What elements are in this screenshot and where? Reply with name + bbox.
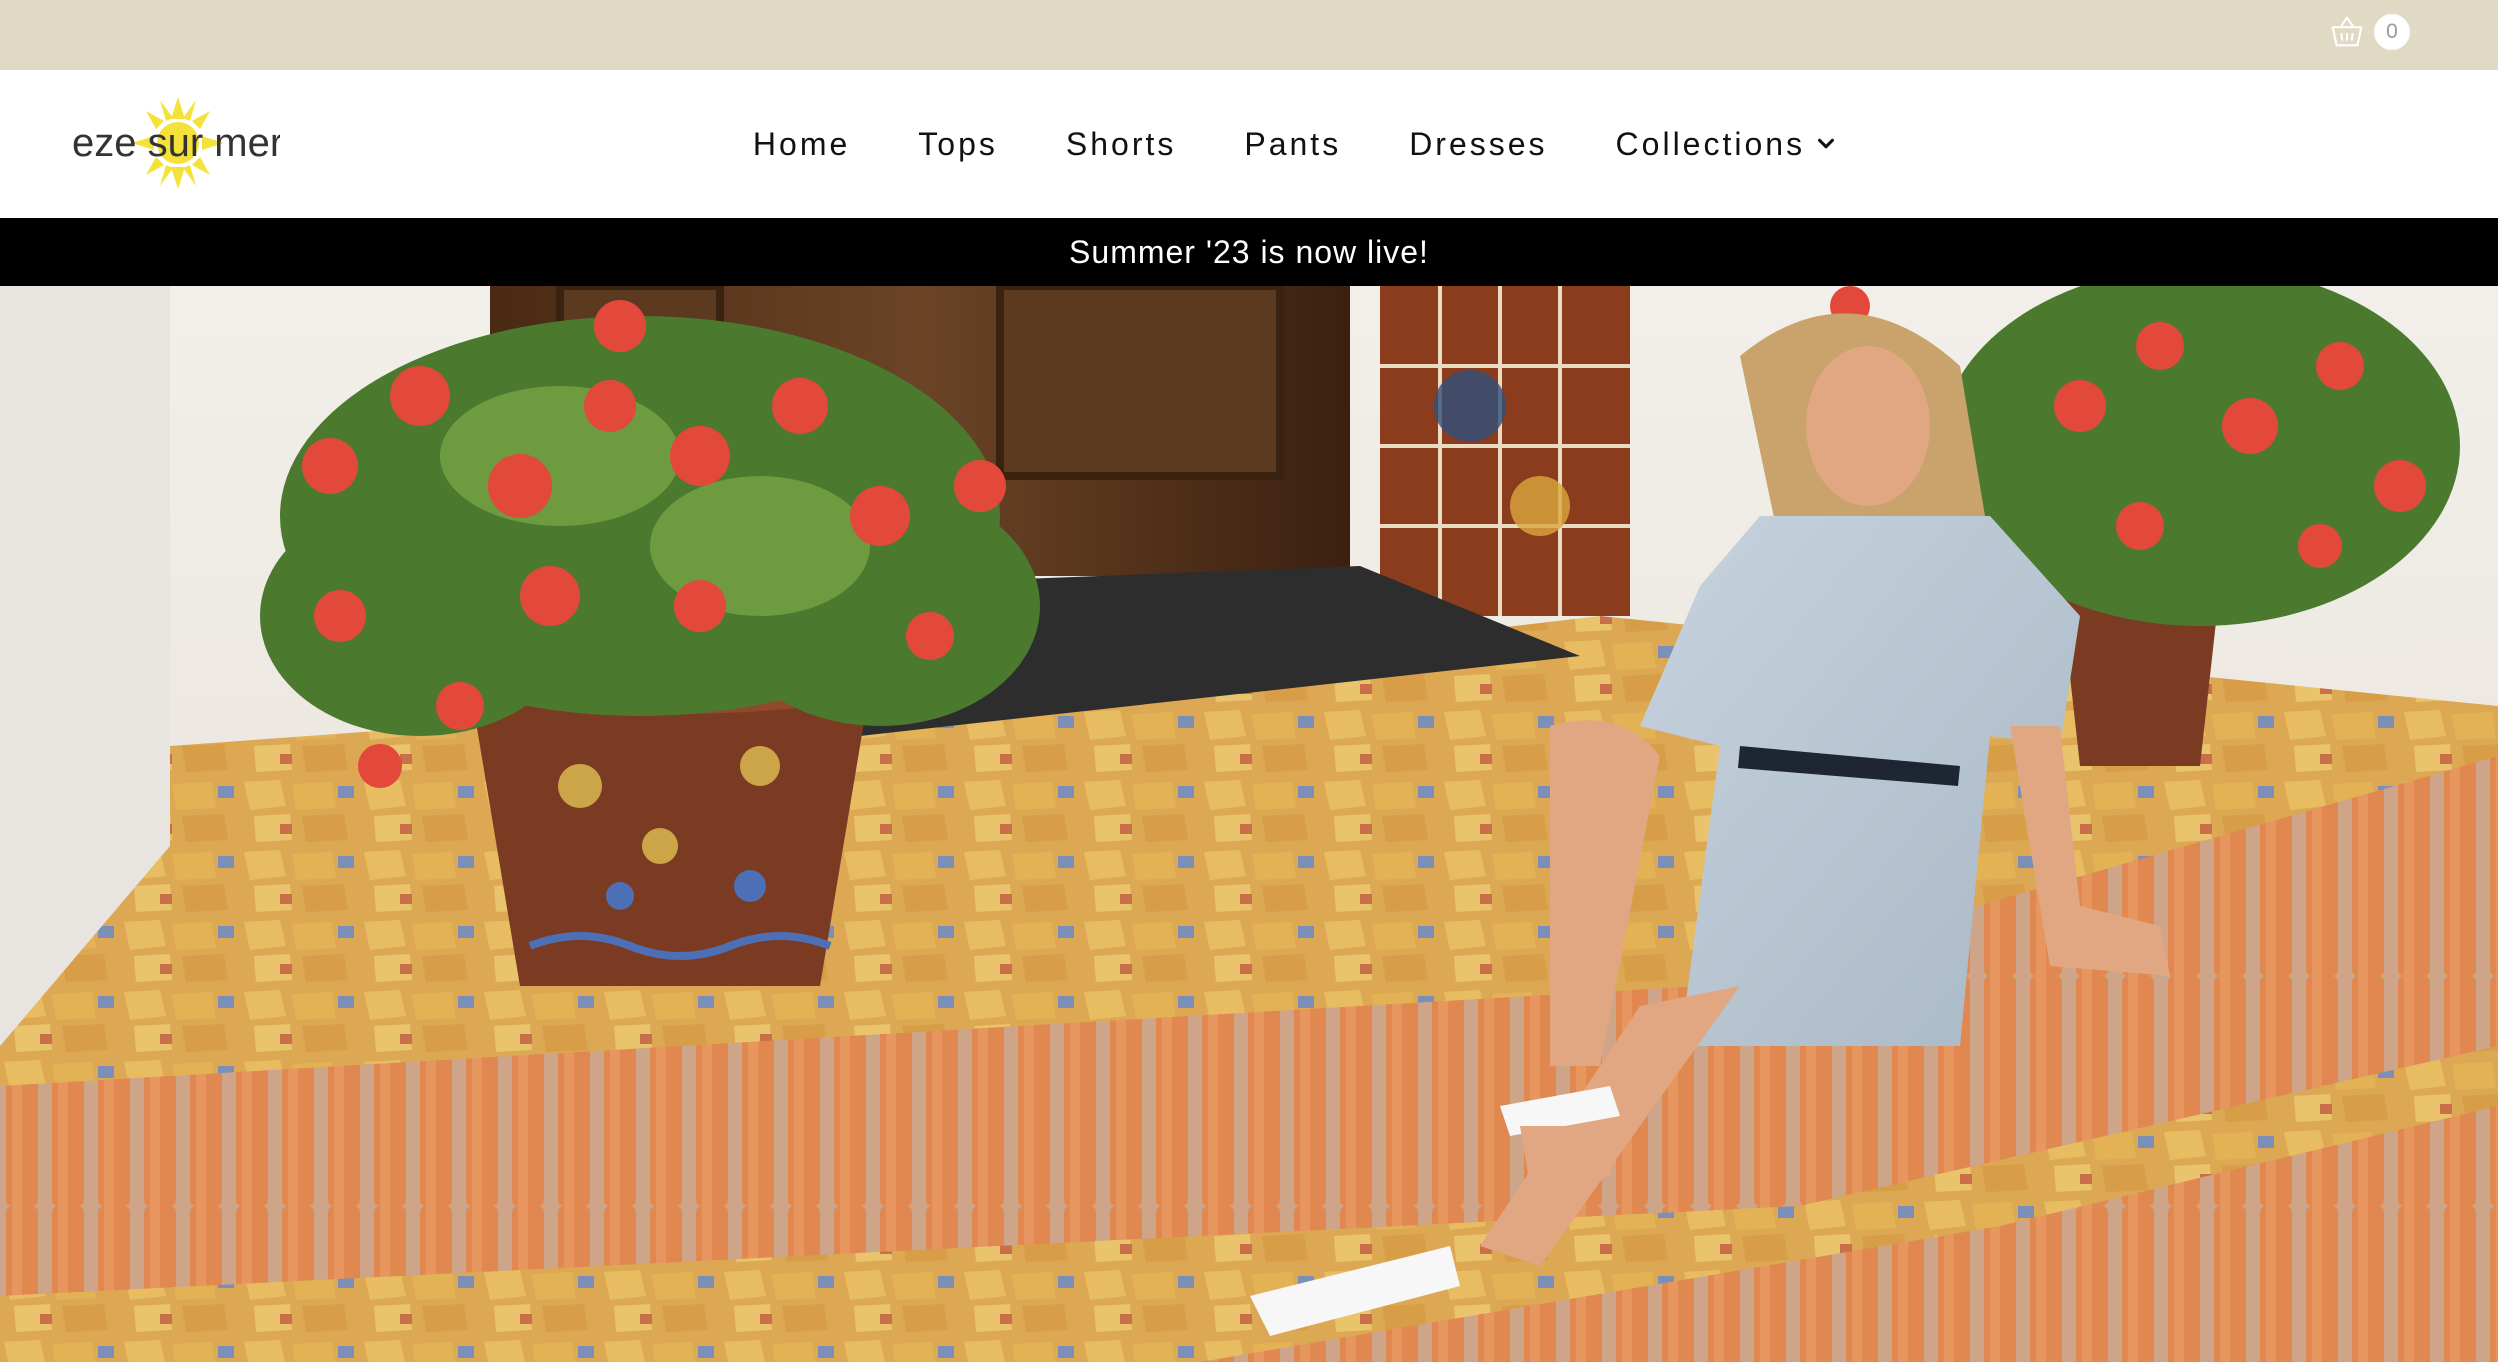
shopping-basket-icon — [2328, 13, 2366, 51]
nav-shorts-label: Shorts — [1065, 125, 1177, 162]
chevron-down-icon — [1805, 133, 1837, 155]
hero-banner-image[interactable] — [0, 286, 2498, 1362]
announcement-text: Summer '23 is now live! — [1069, 233, 1429, 270]
nav-dresses-label: Dresses — [1409, 125, 1548, 162]
site-header: eze sur mer Home Tops Shorts Pants Dress… — [0, 70, 2498, 218]
nav-home[interactable]: Home — [753, 126, 850, 163]
nav-pants-label: Pants — [1244, 125, 1342, 162]
announcement-bar[interactable]: Summer '23 is now live! — [0, 218, 2498, 286]
nav-dresses[interactable]: Dresses — [1409, 126, 1547, 163]
nav-shorts[interactable]: Shorts — [1066, 126, 1176, 163]
nav-collections[interactable]: Collections — [1616, 126, 1838, 163]
top-utility-bar: 0 — [0, 0, 2498, 70]
nav-collections-label: Collections — [1615, 125, 1806, 162]
main-nav: Home Tops Shorts Pants Dresses Collectio… — [0, 70, 2498, 218]
nav-pants[interactable]: Pants — [1244, 126, 1341, 163]
nav-home-label: Home — [752, 125, 851, 162]
nav-tops[interactable]: Tops — [918, 126, 998, 163]
nav-tops-label: Tops — [918, 125, 998, 162]
cart-count-badge: 0 — [2374, 14, 2410, 50]
cart-button[interactable]: 0 — [2328, 12, 2410, 52]
